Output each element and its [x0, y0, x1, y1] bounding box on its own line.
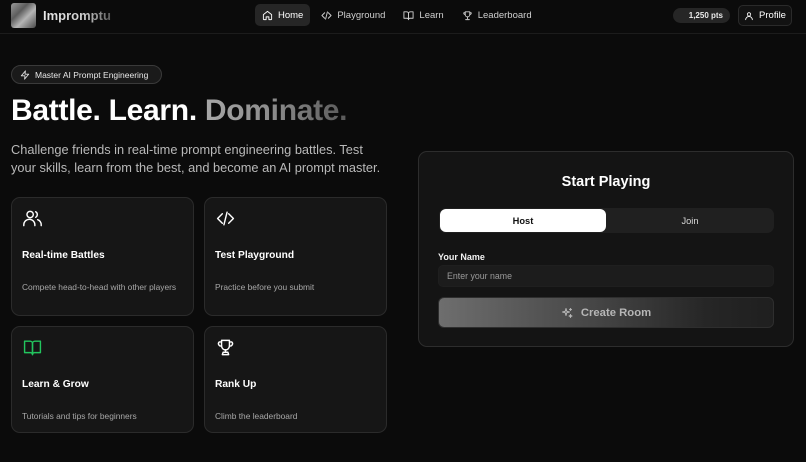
feature-card-learn: Learn & Grow Tutorials and tips for begi…: [11, 326, 194, 433]
feature-card-battles: Real-time Battles Compete head-to-head w…: [11, 197, 194, 316]
book-open-icon: [23, 340, 42, 356]
home-icon: [262, 10, 273, 20]
headline-solid: Battle. Learn.: [11, 94, 205, 127]
nav-playground[interactable]: Playground: [314, 4, 392, 26]
feature-title: Rank Up: [215, 379, 257, 390]
feature-desc: Practice before you submit: [215, 282, 315, 292]
name-label: Your Name: [438, 252, 485, 262]
create-room-label: Create Room: [580, 306, 652, 319]
nav-playground-label: Playground: [337, 9, 386, 21]
brand[interactable]: Impromptu: [11, 3, 111, 28]
nav-learn[interactable]: Learn: [396, 4, 450, 26]
nav-leaderboard-label: Leaderboard: [477, 9, 532, 21]
panel-title: Start Playing: [561, 174, 651, 190]
host-join-toggle: Host Join: [439, 208, 774, 233]
feature-card-rank: Rank Up Climb the leaderboard: [204, 326, 387, 433]
profile-label: Profile: [759, 10, 786, 21]
code-icon: [216, 211, 235, 226]
tab-host[interactable]: Host: [440, 209, 606, 232]
top-nav: Impromptu Home Playground Learn Leaderbo…: [0, 0, 806, 34]
tab-join[interactable]: Join: [607, 209, 773, 232]
book-icon: [403, 10, 414, 20]
profile-button[interactable]: Profile: [738, 5, 792, 26]
nav-home[interactable]: Home: [255, 4, 311, 26]
brand-logo: [11, 3, 36, 28]
nav-links: Home Playground Learn Leaderboard: [255, 4, 543, 26]
hero-headline: Battle. Learn. Dominate.: [11, 94, 348, 134]
zap-icon: [20, 69, 30, 80]
create-room-button[interactable]: Create Room: [438, 297, 774, 328]
brand-name: Impromptu: [43, 8, 111, 23]
feature-desc: Tutorials and tips for beginners: [22, 411, 137, 421]
name-input[interactable]: [438, 265, 774, 287]
nav-learn-label: Learn: [419, 9, 444, 21]
trophy-icon: [463, 10, 472, 20]
hero-badge: Master AI Prompt Engineering: [11, 65, 162, 84]
hero-subtext: Challenge friends in real-time prompt en…: [11, 142, 381, 175]
headline-fade: Dominate.: [204, 94, 348, 127]
code-icon: [321, 10, 332, 20]
user-icon: [745, 11, 753, 20]
trophy-icon: [217, 339, 234, 356]
nav-home-label: Home: [278, 9, 304, 21]
feature-title: Real-time Battles: [22, 250, 105, 261]
hero-badge-label: Master AI Prompt Engineering: [35, 69, 149, 80]
start-playing-panel: Start Playing Host Join Your Name Create…: [418, 151, 794, 347]
users-icon: [23, 210, 42, 227]
sparkles-icon: [561, 307, 573, 318]
feature-card-playground: Test Playground Practice before you subm…: [204, 197, 387, 316]
feature-desc: Compete head-to-head with other players: [22, 282, 177, 292]
feature-title: Test Playground: [215, 250, 295, 261]
nav-leaderboard[interactable]: Leaderboard: [455, 4, 539, 26]
feature-desc: Climb the leaderboard: [215, 411, 298, 421]
points-badge: 1,250 pts: [673, 8, 730, 23]
feature-title: Learn & Grow: [22, 379, 89, 390]
